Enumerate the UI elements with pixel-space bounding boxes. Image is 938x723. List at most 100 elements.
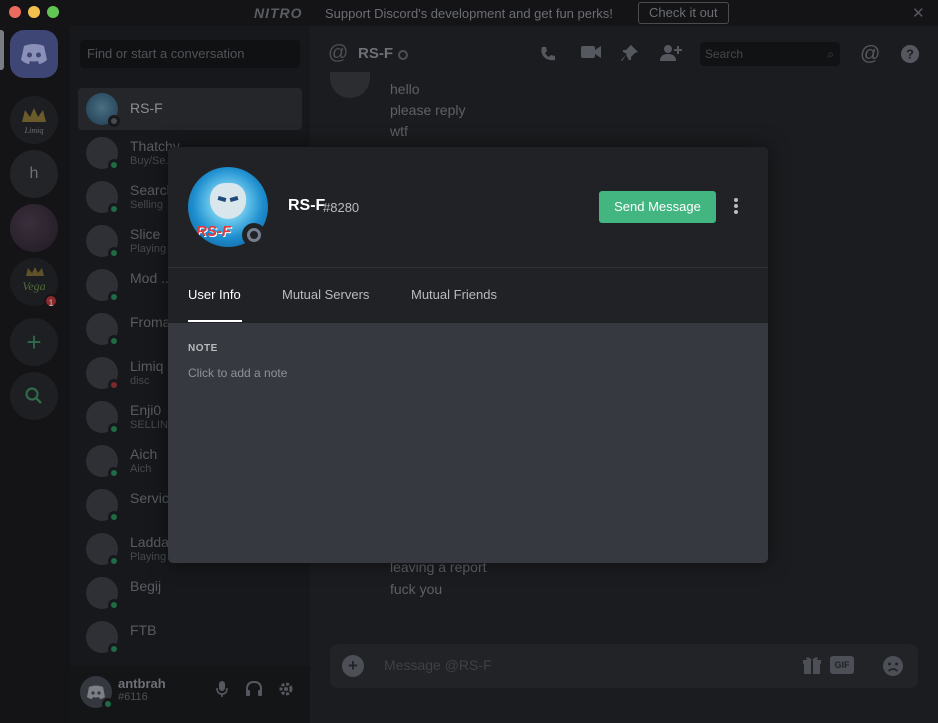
- dm-name: Froma: [130, 314, 171, 330]
- add-server-button[interactable]: +: [10, 318, 58, 366]
- explore-icon: [25, 387, 42, 404]
- check-it-out-button[interactable]: Check it out: [638, 2, 729, 24]
- offline-status-icon: [398, 50, 408, 60]
- user-profile-modal: RS-F RS-F #8280 Send Message User Info M…: [168, 147, 768, 563]
- online-status-icon: [108, 555, 120, 567]
- server-avatar[interactable]: [10, 204, 58, 252]
- message-avatar[interactable]: [330, 72, 370, 98]
- upload-plus-icon[interactable]: +: [342, 655, 364, 677]
- server-limiq-label: Limiq: [24, 126, 44, 135]
- online-status-icon: [108, 291, 120, 303]
- window-minimize-button[interactable]: [28, 6, 40, 18]
- dm-name: Limiq: [130, 358, 164, 374]
- more-options-icon[interactable]: [731, 196, 741, 218]
- banner-close-icon[interactable]: ✕: [912, 4, 925, 22]
- dm-name: Aich: [130, 446, 158, 462]
- search-input[interactable]: Search ⌕: [700, 42, 840, 66]
- chat-header: @ RS-F Search ⌕ @ ?: [310, 26, 938, 82]
- profile-discriminator: #8280: [323, 200, 360, 215]
- nitro-promo-text: Support Discord's development and get fu…: [325, 6, 613, 21]
- send-message-button[interactable]: Send Message: [599, 191, 716, 223]
- dm-name: Ladda: [130, 534, 169, 550]
- profile-username: RS-F: [288, 197, 326, 214]
- online-status-icon: [108, 159, 120, 171]
- note-label: NOTE: [188, 343, 218, 354]
- server-limiq[interactable]: Limiq: [10, 96, 58, 144]
- crown-icon: Limiq: [22, 108, 46, 135]
- active-tab-indicator: [188, 320, 242, 322]
- headphones-icon[interactable]: [244, 680, 264, 700]
- voice-call-icon[interactable]: [538, 44, 558, 64]
- find-conversation-input[interactable]: Find or start a conversation: [80, 40, 300, 68]
- window-close-button[interactable]: [9, 6, 21, 18]
- microphone-icon[interactable]: [212, 680, 232, 700]
- server-h[interactable]: h: [10, 150, 58, 198]
- nitro-banner: NITRO Support Discord's development and …: [0, 0, 938, 26]
- divider: [168, 267, 768, 268]
- add-server-icon: +: [26, 326, 42, 357]
- window-zoom-button[interactable]: [47, 6, 59, 18]
- pin-icon[interactable]: [620, 44, 640, 64]
- channel-title: RS-F: [358, 45, 393, 62]
- emoji-icon[interactable]: [882, 655, 904, 683]
- message-text: please reply: [390, 102, 466, 118]
- add-friend-icon[interactable]: [660, 44, 682, 64]
- server-h-label: h: [29, 165, 39, 182]
- dm-activity: Playing: [130, 243, 167, 255]
- settings-gear-icon[interactable]: [276, 680, 296, 700]
- dm-name: Slice: [130, 226, 161, 242]
- message-composer: + Message @RS-F GIF: [330, 644, 918, 688]
- gif-button[interactable]: GIF: [830, 656, 854, 674]
- dm-name: Begij: [130, 578, 162, 594]
- explore-button[interactable]: [10, 372, 58, 420]
- gift-icon[interactable]: [802, 655, 822, 681]
- online-status-icon: [108, 643, 120, 655]
- online-status-icon: [108, 467, 120, 479]
- dnd-status-icon: [108, 379, 120, 391]
- dm-name: Enji0: [130, 402, 162, 418]
- message-text: fuck you: [390, 581, 443, 597]
- dm-activity: Aich: [130, 463, 152, 475]
- dm-row[interactable]: Begij: [78, 572, 302, 614]
- online-status-icon: [108, 203, 120, 215]
- tab-mutual-servers[interactable]: Mutual Servers: [282, 287, 369, 302]
- message-text: wtf: [390, 123, 408, 139]
- avatar-text: RS-F: [196, 223, 231, 240]
- dm-activity: SELLIN: [130, 419, 168, 431]
- profile-header: RS-F RS-F #8280 Send Message User Info M…: [168, 147, 768, 323]
- dm-activity: Selling: [130, 199, 164, 211]
- user-panel: antbrah #6116: [70, 666, 310, 723]
- message-input[interactable]: Message @RS-F: [384, 657, 492, 673]
- at-sign-icon: @: [328, 42, 349, 64]
- offline-status-icon: [242, 223, 266, 247]
- avatar-character: [210, 183, 246, 219]
- home-button[interactable]: [10, 30, 58, 78]
- dm-row[interactable]: FTB: [78, 616, 302, 658]
- mentions-icon[interactable]: @: [860, 44, 880, 64]
- video-call-icon[interactable]: [580, 44, 601, 64]
- tab-mutual-friends[interactable]: Mutual Friends: [411, 287, 497, 302]
- online-status-icon: [108, 335, 120, 347]
- online-status-icon: [102, 698, 114, 710]
- svg-text:?: ?: [906, 47, 914, 62]
- server-vega-label: Vega: [22, 279, 45, 293]
- dm-name: Servic: [130, 490, 169, 506]
- tab-user-info[interactable]: User Info: [188, 287, 241, 302]
- help-icon[interactable]: ?: [900, 44, 920, 64]
- dm-name: FTB: [130, 622, 157, 638]
- discord-window: NITRO Support Discord's development and …: [0, 0, 938, 723]
- dm-row[interactable]: RS-F: [78, 88, 302, 130]
- online-status-icon: [108, 247, 120, 259]
- dm-name: RS-F: [130, 100, 163, 116]
- nitro-logo: NITRO: [254, 5, 303, 21]
- dm-activity: Playing: [130, 551, 167, 563]
- online-status-icon: [108, 511, 120, 523]
- online-status-icon: [108, 423, 120, 435]
- note-input[interactable]: Click to add a note: [188, 366, 287, 380]
- server-list: Limiq h Vega 1 +: [0, 26, 70, 723]
- discord-logo-icon: [21, 44, 47, 64]
- current-username: antbrah: [118, 676, 166, 691]
- search-icon: ⌕: [827, 47, 834, 61]
- selected-indicator: [0, 30, 4, 70]
- offline-status-icon: [108, 115, 120, 127]
